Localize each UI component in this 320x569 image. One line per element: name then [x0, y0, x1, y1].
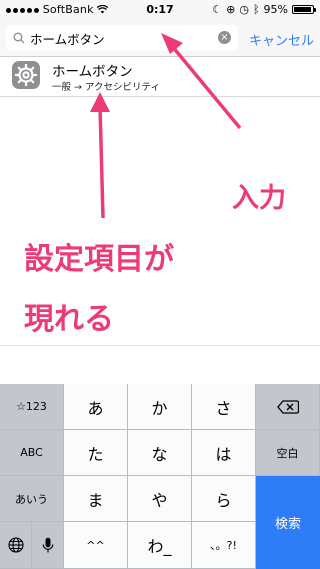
microphone-icon [42, 537, 53, 552]
japanese-keyboard: ☆123 あ か さ ABC た な は 空白 あいう ま や ら 検索 ^^ … [0, 384, 320, 569]
key-ta[interactable]: た [64, 430, 128, 476]
key-search[interactable]: 検索 [256, 476, 320, 569]
moon-icon: ☾ [212, 3, 223, 16]
key-ma[interactable]: ま [64, 476, 128, 522]
delete-icon [276, 399, 299, 414]
rotation-lock-icon: ⊕ [226, 3, 236, 16]
key-sa[interactable]: さ [192, 384, 256, 430]
search-result-item[interactable]: ホームボタン 一般 → アクセシビリティ [0, 57, 320, 97]
search-icon [13, 32, 25, 44]
key-globe[interactable] [0, 522, 32, 569]
search-field[interactable]: × [6, 25, 238, 51]
key-wa[interactable]: わ_ [128, 522, 192, 569]
key-na[interactable]: な [128, 430, 192, 476]
annotation-appear-line2: 現れる [24, 302, 114, 337]
globe-icon [7, 537, 24, 553]
alarm-icon: ◷ [239, 3, 249, 16]
key-ya[interactable]: や [128, 476, 192, 522]
result-title: ホームボタン [52, 64, 133, 80]
battery-percent: 95% [263, 3, 288, 16]
status-right: ☾ ⊕ ◷ ᛒ 95% [212, 3, 316, 16]
key-space[interactable]: 空白 [256, 430, 320, 476]
key-ra[interactable]: ら [192, 476, 256, 522]
key-aiu[interactable]: あいう [0, 476, 64, 522]
cancel-button[interactable]: キャンセル [249, 30, 314, 49]
key-ka[interactable]: か [128, 384, 192, 430]
bluetooth-icon: ᛒ [252, 3, 260, 16]
key-punctuation[interactable]: 、。?! [192, 522, 256, 569]
key-mic[interactable] [32, 522, 64, 569]
search-bar: × キャンセル [0, 20, 320, 57]
clear-icon[interactable]: × [218, 31, 231, 44]
key-ha[interactable]: は [192, 430, 256, 476]
battery-icon [292, 5, 316, 14]
key-dakuten[interactable]: ^^ [64, 522, 128, 569]
result-path: 一般 → アクセシビリティ [52, 82, 160, 93]
annotation-appear-line1: 設定項目が [24, 242, 174, 277]
gear-icon [12, 61, 40, 89]
status-bar: SoftBank 0:17 ☾ ⊕ ◷ ᛒ 95% [0, 0, 320, 20]
key-numbers[interactable]: ☆123 [0, 384, 64, 430]
divider [0, 345, 320, 346]
key-delete[interactable] [256, 384, 320, 430]
key-a[interactable]: あ [64, 384, 128, 430]
annotation-input: 入力 [232, 183, 286, 214]
search-input[interactable] [30, 28, 210, 48]
key-abc[interactable]: ABC [0, 430, 64, 476]
